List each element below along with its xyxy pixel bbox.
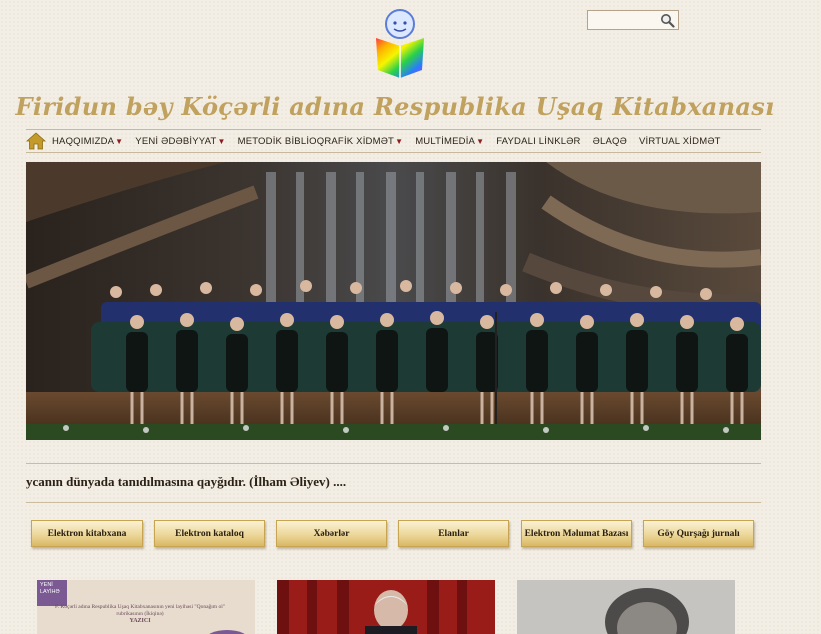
decorative-shape [209, 630, 245, 634]
elektron-melumat-bazasi-button[interactable]: Elektron Məlumat Bazası [521, 520, 632, 547]
divider [26, 502, 761, 503]
search-box [587, 10, 679, 30]
nav-item-haqqimizda[interactable]: HAQQIMIZDA ▼ [52, 136, 123, 147]
logo-icon[interactable] [372, 8, 428, 80]
goy-qursagi-jurnali-button[interactable]: Göy Qurşağı jurnalı [643, 520, 754, 547]
elektron-kitabxana-button[interactable]: Elektron kitabxana [31, 520, 143, 547]
banner-image [26, 162, 761, 440]
quote-marquee: ycanın dünyada tanıdılmasına qayğıdır. (… [26, 474, 347, 489]
chevron-down-icon: ▼ [476, 136, 485, 146]
nav-item-metodik[interactable]: METODİK BİBLİOQRAFİK XİDMƏT ▼ [238, 136, 404, 147]
nav-item-label: VİRTUAL XİDMƏT [638, 135, 721, 147]
elektron-kataloq-button[interactable]: Elektron kataloq [154, 520, 265, 547]
nav-item-label: MULTİMEDİA [415, 135, 476, 147]
nav-item-faydali-linkler[interactable]: FAYDALI LİNKLƏR [496, 136, 580, 147]
main-nav: HAQQIMIZDA ▼ YENİ ƏDƏBİYYAT ▼ METODİK BİBL… [26, 129, 761, 153]
chevron-down-icon: ▼ [395, 136, 404, 146]
nav-item-label: YENİ ƏDƏBİYYAT [135, 135, 217, 147]
search-icon[interactable] [660, 13, 675, 28]
news-thumbnail[interactable] [517, 580, 735, 634]
nav-item-label: ƏLAQƏ [592, 135, 627, 147]
nav-item-yeni-edebiyyat[interactable]: YENİ ƏDƏBİYYAT ▼ [135, 136, 225, 147]
divider [26, 463, 761, 464]
site-title[interactable]: Firidun bəy Köçərli adına Respublika Uşa… [0, 92, 790, 121]
nav-item-elaqe[interactable]: ƏLAQƏ [593, 136, 627, 147]
nav-item-label: FAYDALI LİNKLƏR [496, 135, 581, 147]
news-thumbnail[interactable]: YENİ LAYİHƏ F. Köçərli adına Respublika … [37, 580, 255, 634]
new-project-badge: YENİ LAYİHƏ [37, 580, 67, 606]
nav-item-label: METODİK BİBLİOQRAFİK XİDMƏT [237, 135, 395, 147]
nav-item-label: HAQQIMIZDA [52, 135, 115, 147]
chevron-down-icon: ▼ [115, 136, 124, 146]
news-thumbnail[interactable] [277, 580, 495, 634]
elanlar-button[interactable]: Elanlar [398, 520, 509, 547]
nav-item-multimedia[interactable]: MULTİMEDİA ▼ [415, 136, 484, 147]
chevron-down-icon: ▼ [217, 136, 226, 146]
home-icon[interactable] [26, 132, 46, 150]
search-input[interactable] [590, 12, 658, 28]
xeberler-button[interactable]: Xəbərlər [276, 520, 387, 547]
nav-item-virtual-xidmet[interactable]: VİRTUAL XİDMƏT [639, 136, 721, 147]
